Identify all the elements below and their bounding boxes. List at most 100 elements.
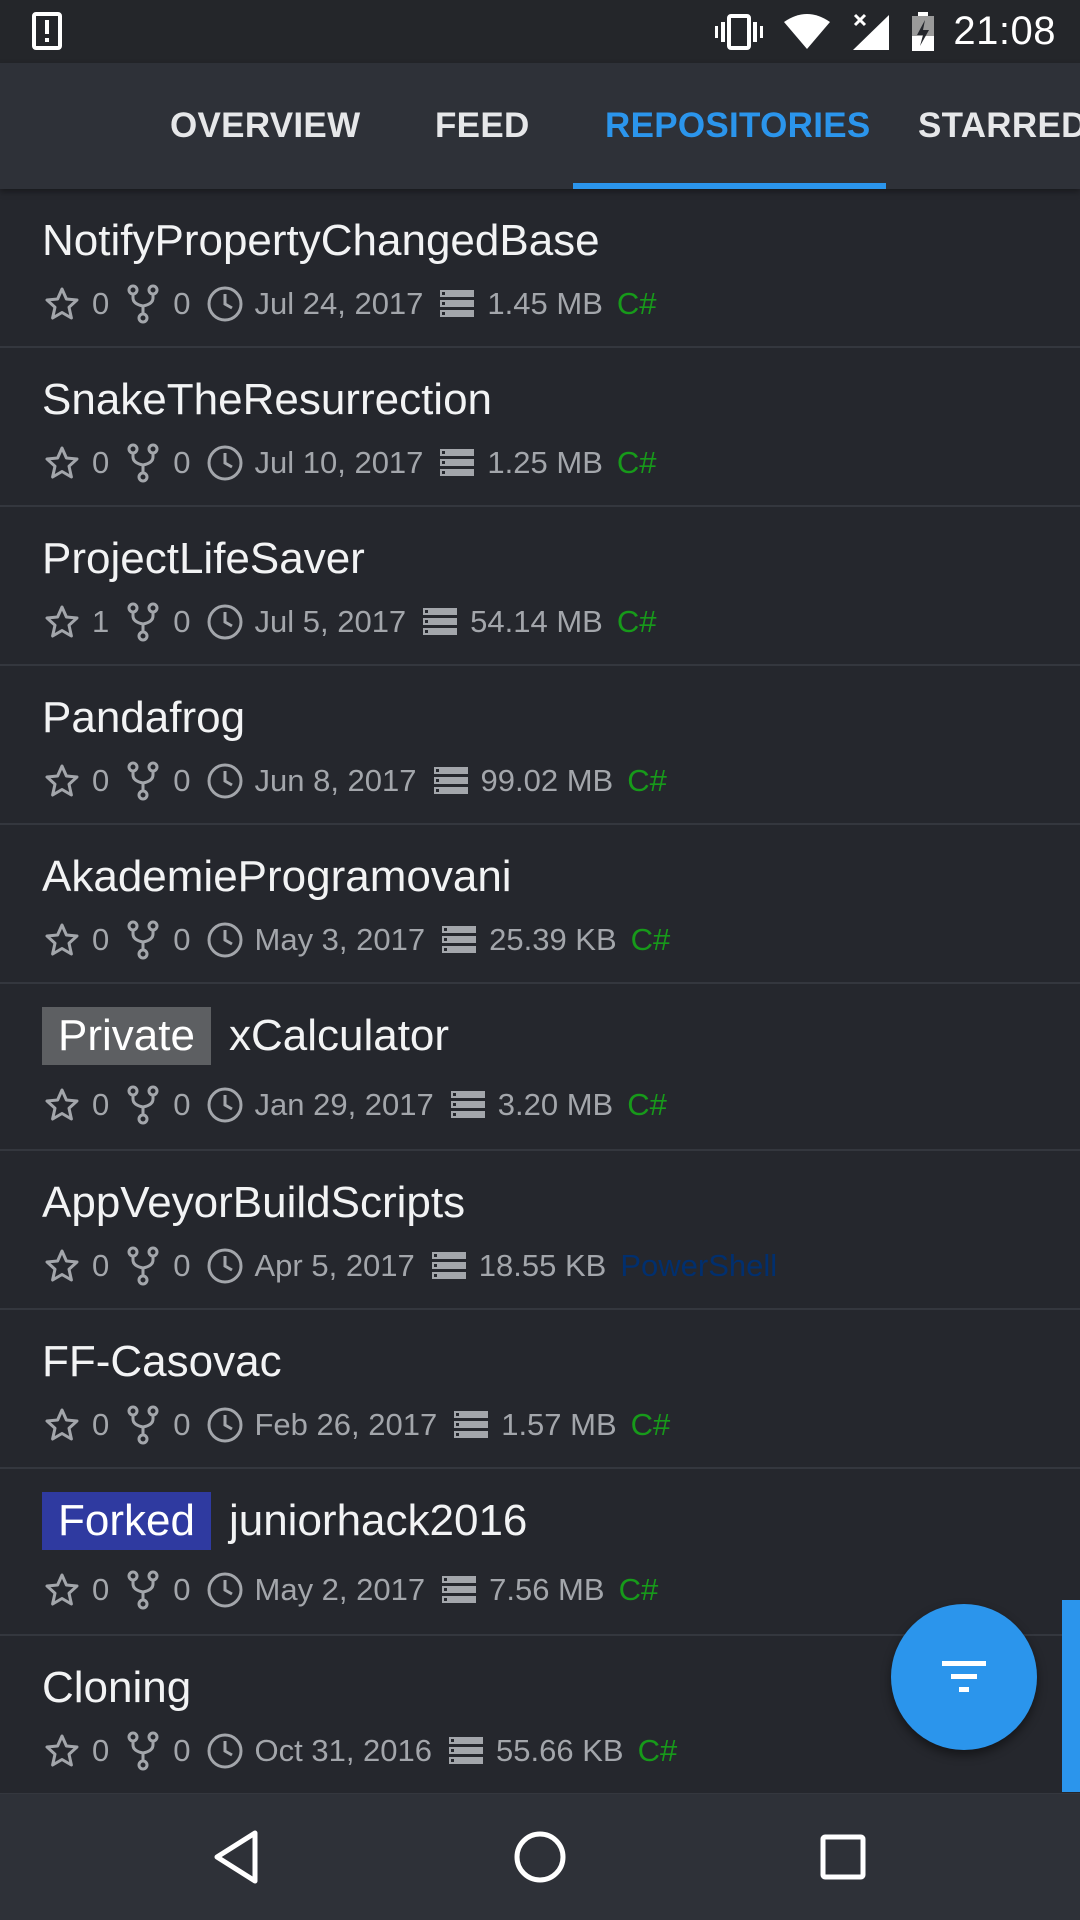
repository-name: juniorhack2016: [228, 1496, 528, 1545]
fork-icon: [123, 761, 163, 801]
storage-icon: [439, 920, 479, 960]
updated-date: Jul 24, 2017: [254, 286, 424, 321]
repository-row[interactable]: FF-Casovac 0 0 Feb 26, 2017 1.57 MB C#: [0, 1310, 1080, 1469]
repository-name: Cloning: [42, 1663, 192, 1712]
language-label: C#: [630, 1407, 671, 1442]
repository-row[interactable]: AppVeyorBuildScripts 0 0 Apr 5, 2017 18.…: [0, 1151, 1080, 1310]
storage-icon: [431, 761, 471, 801]
repository-name: AppVeyorBuildScripts: [42, 1178, 466, 1227]
language-label: C#: [616, 445, 657, 480]
repository-row[interactable]: SnakeTheResurrection 0 0 Jul 10, 2017 1.…: [0, 348, 1080, 507]
star-count: 0: [92, 922, 110, 957]
fork-count: 0: [173, 1407, 191, 1442]
storage-icon: [429, 1246, 469, 1286]
star-count: 0: [92, 1248, 110, 1283]
scrollbar-thumb[interactable]: [1062, 1600, 1080, 1792]
star-count: 1: [92, 604, 110, 639]
updated-date: Jun 8, 2017: [254, 763, 417, 798]
clock-icon: [205, 1731, 245, 1771]
home-button[interactable]: [507, 1824, 573, 1890]
filter-button[interactable]: [891, 1604, 1037, 1750]
updated-date: Jul 10, 2017: [254, 445, 424, 480]
repository-title-row: Pandafrog: [42, 690, 245, 746]
recents-button[interactable]: [810, 1824, 876, 1890]
fork-count: 0: [173, 922, 191, 957]
repository-list[interactable]: NotifyPropertyChangedBase 0 0 Jul 24, 20…: [0, 189, 1080, 1795]
language-label: PowerShell: [620, 1248, 778, 1283]
repository-row[interactable]: NotifyPropertyChangedBase 0 0 Jul 24, 20…: [0, 189, 1080, 348]
updated-date: Oct 31, 2016: [254, 1733, 433, 1768]
fork-icon: [123, 284, 163, 324]
star-count: 0: [92, 286, 110, 321]
repository-size: 55.66 KB: [496, 1733, 624, 1768]
storage-icon: [420, 602, 460, 642]
fork-icon: [123, 1085, 163, 1125]
clock-icon: [205, 443, 245, 483]
fork-icon: [123, 920, 163, 960]
repository-meta: 1 0 Jul 5, 2017 54.14 MB C#: [42, 600, 657, 644]
repository-row[interactable]: Private xCalculator 0 0 Jan 29, 2017 3.2…: [0, 984, 1080, 1151]
tab-starred[interactable]: STARRED: [918, 63, 1080, 189]
fork-icon: [123, 1731, 163, 1771]
tab-indicator: [573, 183, 886, 189]
repository-row[interactable]: AkademieProgramovani 0 0 May 3, 2017 25.…: [0, 825, 1080, 984]
fork-count: 0: [173, 1087, 191, 1122]
tab-feed[interactable]: FEED: [435, 63, 530, 189]
language-label: C#: [630, 922, 671, 957]
tab-repositories[interactable]: REPOSITORIES: [605, 63, 871, 189]
repository-meta: 0 0 Jul 24, 2017 1.45 MB C#: [42, 282, 657, 326]
language-label: C#: [616, 286, 657, 321]
star-icon: [42, 1731, 82, 1771]
repository-meta: 0 0 Feb 26, 2017 1.57 MB C#: [42, 1403, 670, 1447]
private-badge: Private: [42, 1007, 211, 1065]
star-icon: [42, 761, 82, 801]
fork-icon: [123, 1246, 163, 1286]
repository-meta: 0 0 May 3, 2017 25.39 KB C#: [42, 918, 670, 962]
navigation-bar: [0, 1794, 1080, 1920]
star-icon: [42, 1570, 82, 1610]
repository-row[interactable]: ProjectLifeSaver 1 0 Jul 5, 2017 54.14 M…: [0, 507, 1080, 666]
fork-icon: [123, 443, 163, 483]
repository-name: SnakeTheResurrection: [42, 375, 493, 424]
vibrate-icon: [715, 13, 764, 50]
storage-icon: [451, 1405, 491, 1445]
repository-size: 54.14 MB: [470, 604, 603, 639]
language-label: C#: [637, 1733, 678, 1768]
storage-icon: [446, 1731, 486, 1771]
storage-icon: [437, 443, 477, 483]
wifi-icon: [783, 13, 831, 50]
updated-date: Jan 29, 2017: [254, 1087, 434, 1122]
clock-icon: [205, 1570, 245, 1610]
star-icon: [42, 1246, 82, 1286]
clock-icon: [205, 1405, 245, 1445]
repository-name: xCalculator: [228, 1011, 450, 1060]
clock: 21:08: [953, 9, 1056, 53]
tab-overview[interactable]: OVERVIEW: [170, 63, 360, 189]
signal-icon: [851, 13, 891, 51]
storage-icon: [439, 1570, 479, 1610]
repository-size: 3.20 MB: [497, 1087, 614, 1122]
star-icon: [42, 284, 82, 324]
fork-icon: [123, 602, 163, 642]
repository-row[interactable]: Pandafrog 0 0 Jun 8, 2017 99.02 MB C#: [0, 666, 1080, 825]
storage-icon: [437, 284, 477, 324]
star-icon: [42, 443, 82, 483]
storage-icon: [448, 1085, 488, 1125]
fork-icon: [123, 1570, 163, 1610]
fork-count: 0: [173, 1572, 191, 1607]
repository-title-row: Forked juniorhack2016: [42, 1491, 527, 1551]
repository-meta: 0 0 Jan 29, 2017 3.20 MB C#: [42, 1083, 667, 1127]
repository-meta: 0 0 May 2, 2017 7.56 MB C#: [42, 1568, 658, 1612]
repository-size: 1.57 MB: [501, 1407, 617, 1442]
repository-row[interactable]: Forked juniorhack2016 0 0 May 2, 2017 7.…: [0, 1469, 1080, 1636]
star-count: 0: [92, 763, 110, 798]
repository-size: 7.56 MB: [489, 1572, 605, 1607]
star-icon: [42, 920, 82, 960]
repository-size: 1.25 MB: [487, 445, 603, 480]
filter-icon: [942, 1661, 986, 1692]
fork-count: 0: [173, 445, 191, 480]
back-button[interactable]: [203, 1824, 269, 1890]
language-label: C#: [618, 1572, 659, 1607]
repository-meta: 0 0 Oct 31, 2016 55.66 KB C#: [42, 1729, 677, 1773]
star-count: 0: [92, 1572, 110, 1607]
